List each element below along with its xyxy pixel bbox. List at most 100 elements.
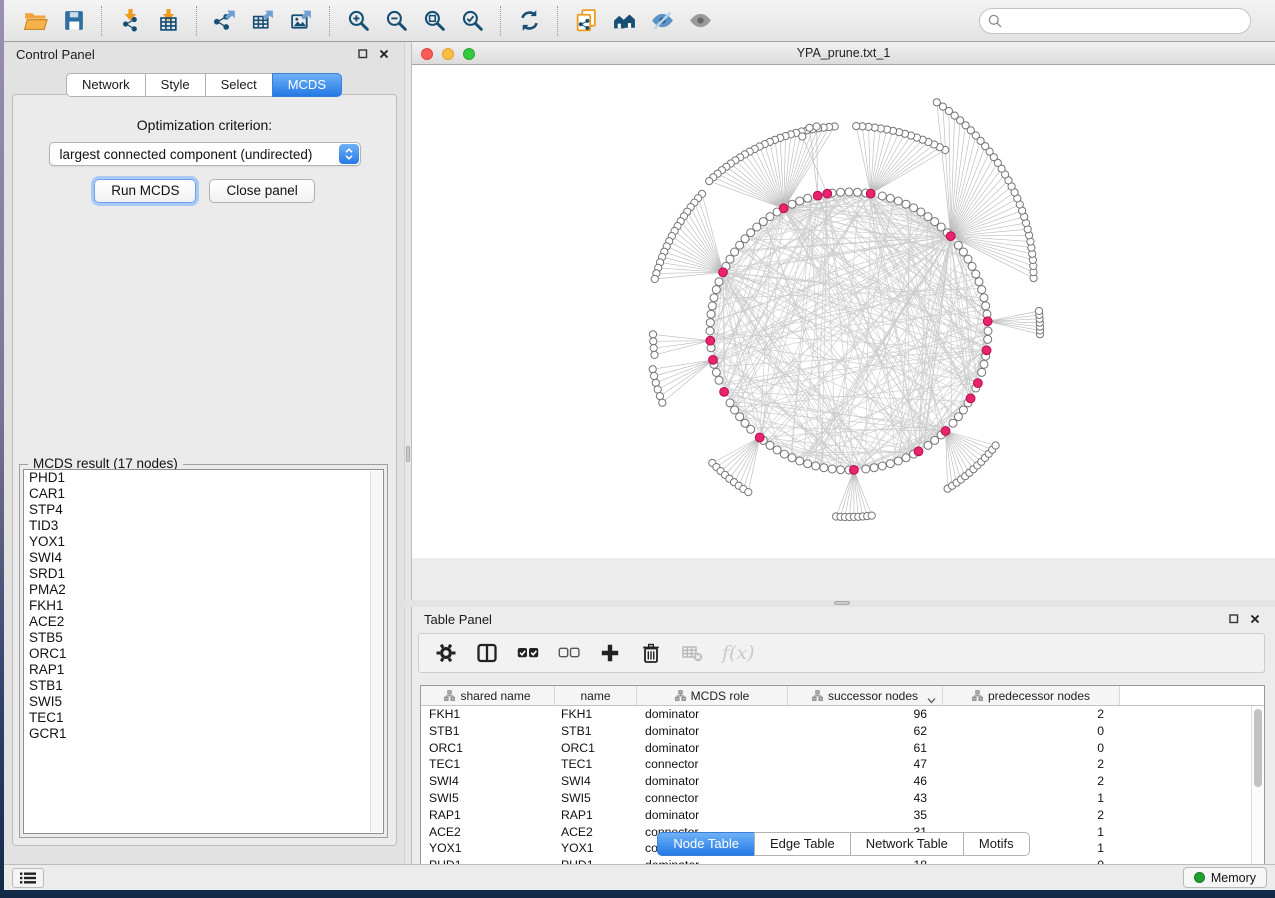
mcds-result-item[interactable]: PHD1 xyxy=(24,470,383,486)
cell-predecessor-nodes[interactable]: 0 xyxy=(943,723,1120,740)
float-table-panel-button[interactable] xyxy=(1226,611,1242,627)
column-header-successor-nodes[interactable]: successor nodes xyxy=(788,686,943,706)
cell-successor-nodes[interactable]: 35 xyxy=(788,807,943,824)
first-neighbors-button[interactable] xyxy=(607,4,641,38)
columns-button[interactable] xyxy=(476,642,498,664)
mcds-result-item[interactable]: SWI4 xyxy=(24,550,383,566)
cell-shared-name[interactable]: SWI4 xyxy=(421,773,555,790)
cell-MCDS-role[interactable]: dominator xyxy=(637,723,788,740)
tab-style[interactable]: Style xyxy=(145,73,206,97)
mcds-result-item[interactable]: FKH1 xyxy=(24,598,383,614)
cell-successor-nodes[interactable]: 47 xyxy=(788,756,943,773)
save-session-button[interactable] xyxy=(56,4,90,38)
cell-predecessor-nodes[interactable]: 2 xyxy=(943,807,1120,824)
mcds-result-item[interactable]: STB5 xyxy=(24,630,383,646)
tab-mcds[interactable]: MCDS xyxy=(272,73,342,97)
cell-name[interactable]: ORC1 xyxy=(555,740,637,757)
refresh-view-button[interactable] xyxy=(512,4,546,38)
add-column-button[interactable] xyxy=(599,642,621,664)
cell-shared-name[interactable]: SWI5 xyxy=(421,790,555,807)
float-panel-button[interactable] xyxy=(355,46,371,62)
gear-button[interactable] xyxy=(435,642,457,664)
hide-selected-button[interactable] xyxy=(645,4,679,38)
mcds-result-item[interactable]: STP4 xyxy=(24,502,383,518)
tab-select[interactable]: Select xyxy=(205,73,273,97)
show-all-button[interactable] xyxy=(683,4,717,38)
tab-edge-table[interactable]: Edge Table xyxy=(754,832,851,856)
memory-button[interactable]: Memory xyxy=(1183,867,1267,888)
scrollbar-thumb[interactable] xyxy=(1254,709,1262,787)
export-network-button[interactable] xyxy=(208,4,242,38)
cell-successor-nodes[interactable]: 96 xyxy=(788,706,943,723)
mcds-result-item[interactable]: PMA2 xyxy=(24,582,383,598)
cell-predecessor-nodes[interactable]: 1 xyxy=(943,790,1120,807)
cell-successor-nodes[interactable]: 46 xyxy=(788,773,943,790)
cell-predecessor-nodes[interactable]: 2 xyxy=(943,706,1120,723)
zoom-in-button[interactable] xyxy=(341,4,375,38)
tab-motifs[interactable]: Motifs xyxy=(963,832,1030,856)
cell-successor-nodes[interactable]: 61 xyxy=(788,740,943,757)
export-image-button[interactable] xyxy=(284,4,318,38)
mcds-result-item[interactable]: TID3 xyxy=(24,518,383,534)
horizontal-splitter[interactable] xyxy=(404,600,1275,607)
vertical-splitter[interactable] xyxy=(404,42,412,864)
cell-predecessor-nodes[interactable]: 0 xyxy=(943,740,1120,757)
mcds-result-list[interactable]: PHD1CAR1STP4TID3YOX1SWI4SRD1PMA2FKH1ACE2… xyxy=(23,469,384,834)
unselect-all-button[interactable] xyxy=(558,642,580,664)
cell-successor-nodes[interactable]: 62 xyxy=(788,723,943,740)
cell-MCDS-role[interactable]: dominator xyxy=(637,706,788,723)
close-panel-button-mcds[interactable]: Close panel xyxy=(209,179,314,203)
mcds-result-item[interactable]: CAR1 xyxy=(24,486,383,502)
tab-network-table[interactable]: Network Table xyxy=(850,832,964,856)
run-mcds-button[interactable]: Run MCDS xyxy=(94,179,196,203)
show-panels-button[interactable] xyxy=(12,868,44,888)
cell-shared-name[interactable]: TEC1 xyxy=(421,756,555,773)
search-box[interactable] xyxy=(979,8,1251,34)
cell-name[interactable]: FKH1 xyxy=(555,706,637,723)
optimization-criterion-select[interactable]: largest connected component (undirected) xyxy=(49,142,361,166)
column-header-predecessor-nodes[interactable]: predecessor nodes xyxy=(943,686,1120,706)
network-canvas[interactable] xyxy=(412,65,1275,558)
cell-successor-nodes[interactable]: 43 xyxy=(788,790,943,807)
close-panel-button[interactable] xyxy=(376,46,392,62)
import-network-button[interactable] xyxy=(113,4,147,38)
delete-column-button[interactable] xyxy=(640,642,662,664)
cell-MCDS-role[interactable]: dominator xyxy=(637,773,788,790)
cell-shared-name[interactable]: ORC1 xyxy=(421,740,555,757)
cell-MCDS-role[interactable]: dominator xyxy=(637,740,788,757)
zoom-selected-button[interactable] xyxy=(455,4,489,38)
zoom-out-button[interactable] xyxy=(379,4,413,38)
list-scrollbar[interactable] xyxy=(370,471,382,832)
mcds-result-item[interactable]: ORC1 xyxy=(24,646,383,662)
table-row[interactable]: STB1STB1dominator620 xyxy=(421,723,1264,740)
mcds-result-item[interactable]: RAP1 xyxy=(24,662,383,678)
mcds-result-item[interactable]: STB1 xyxy=(24,678,383,694)
open-file-button[interactable] xyxy=(18,4,52,38)
column-header-MCDS-role[interactable]: MCDS role xyxy=(637,686,788,706)
mcds-result-item[interactable]: YOX1 xyxy=(24,534,383,550)
cell-name[interactable]: RAP1 xyxy=(555,807,637,824)
cell-shared-name[interactable]: FKH1 xyxy=(421,706,555,723)
mcds-result-item[interactable]: ACE2 xyxy=(24,614,383,630)
table-row[interactable]: RAP1RAP1dominator352 xyxy=(421,807,1264,824)
column-header-name[interactable]: name xyxy=(555,686,637,706)
search-input[interactable] xyxy=(1007,13,1242,28)
mcds-result-item[interactable]: GCR1 xyxy=(24,726,383,742)
cell-name[interactable]: SWI5 xyxy=(555,790,637,807)
column-header-shared-name[interactable]: shared name xyxy=(421,686,555,706)
cell-shared-name[interactable]: RAP1 xyxy=(421,807,555,824)
select-all-button[interactable] xyxy=(517,642,539,664)
mcds-result-item[interactable]: SRD1 xyxy=(24,566,383,582)
table-row[interactable]: TEC1TEC1connector472 xyxy=(421,756,1264,773)
mcds-result-item[interactable]: TEC1 xyxy=(24,710,383,726)
table-row[interactable]: SWI4SWI4dominator462 xyxy=(421,773,1264,790)
cell-shared-name[interactable]: STB1 xyxy=(421,723,555,740)
zoom-fit-button[interactable] xyxy=(417,4,451,38)
table-row[interactable]: ORC1ORC1dominator610 xyxy=(421,740,1264,757)
import-table-button[interactable] xyxy=(151,4,185,38)
table-row[interactable]: SWI5SWI5connector431 xyxy=(421,790,1264,807)
cell-name[interactable]: STB1 xyxy=(555,723,637,740)
table-row[interactable]: FKH1FKH1dominator962 xyxy=(421,706,1264,723)
cell-predecessor-nodes[interactable]: 2 xyxy=(943,756,1120,773)
cell-MCDS-role[interactable]: connector xyxy=(637,790,788,807)
